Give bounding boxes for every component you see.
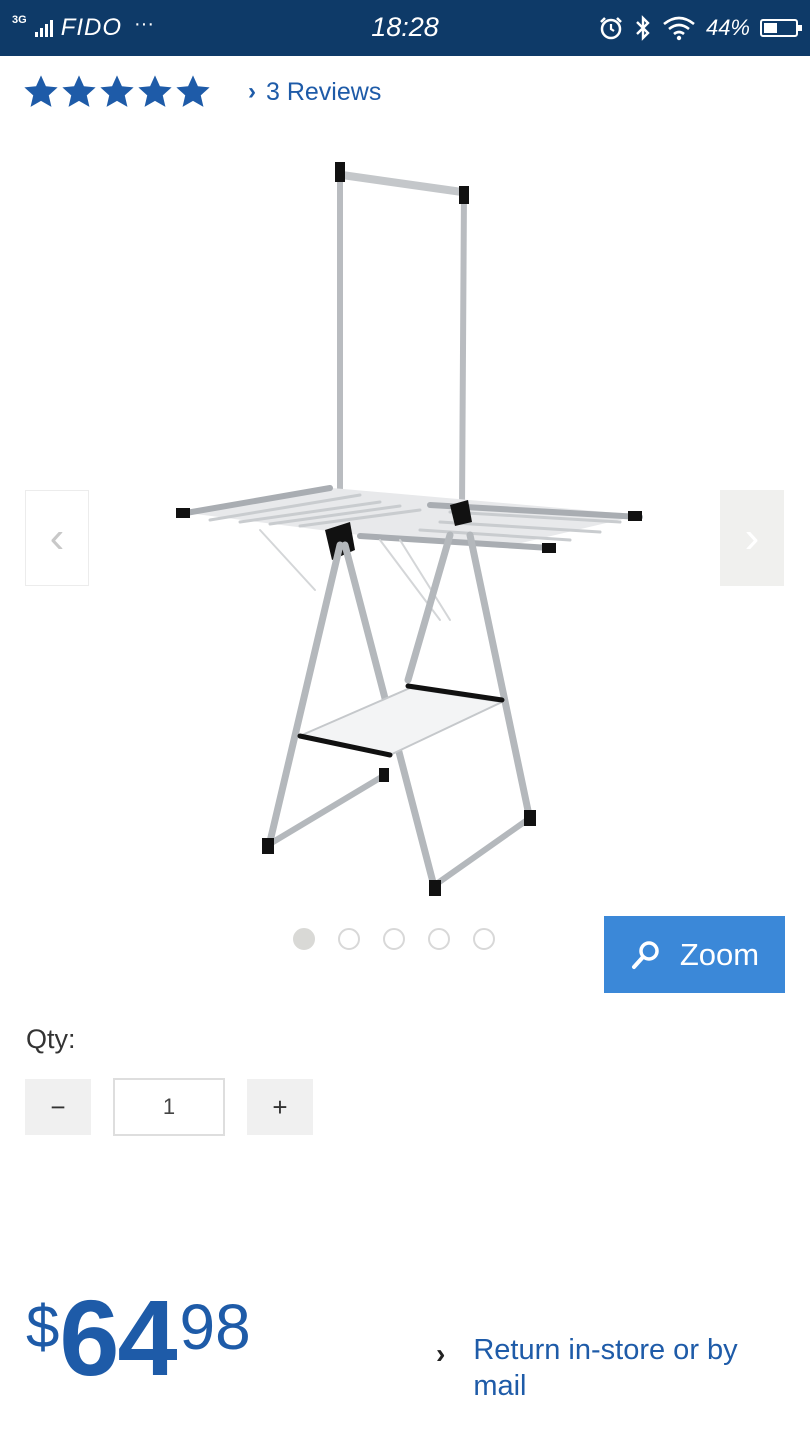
gallery-pagination (293, 928, 495, 950)
star-icon (24, 75, 58, 107)
pagination-dot[interactable] (428, 928, 450, 950)
status-bar: 3G FIDO ··· 18:28 44% (0, 0, 810, 56)
chevron-right-icon: › (436, 1338, 446, 1369)
chevron-left-icon: ‹ (49, 513, 65, 562)
wifi-icon (663, 16, 695, 41)
qty-input[interactable] (113, 1078, 225, 1136)
pagination-dot[interactable] (293, 928, 315, 950)
pagination-dot[interactable] (473, 928, 495, 950)
chevron-right-icon: › (744, 513, 760, 562)
star-icon (100, 75, 134, 107)
return-policy-link[interactable]: › Return in-store or by mail (436, 1332, 783, 1404)
price: $ 64 98 (26, 1282, 251, 1392)
status-bar-right: 44% (598, 12, 802, 44)
pagination-dot[interactable] (338, 928, 360, 950)
battery-percent: 44% (705, 15, 750, 40)
star-icon (176, 75, 210, 107)
star-rating (22, 73, 212, 111)
bluetooth-icon (636, 15, 650, 41)
increase-qty-button[interactable]: + (247, 1079, 313, 1135)
return-policy-label: Return in-store or by mail (473, 1334, 738, 1402)
reviews-label: 3 Reviews (266, 77, 382, 106)
price-dollars: 64 (59, 1277, 177, 1398)
next-image-button[interactable]: › (720, 490, 784, 586)
alarm-icon (600, 17, 622, 40)
star-icon (138, 75, 172, 107)
price-cents: 98 (179, 1291, 251, 1363)
reviews-link[interactable]: › 3 Reviews (248, 78, 381, 107)
quantity-stepper: − + (25, 1078, 313, 1136)
chevron-right-icon: › (248, 78, 256, 105)
decrease-qty-button[interactable]: − (25, 1079, 91, 1135)
rating-row: › 3 Reviews (22, 70, 381, 114)
zoom-button[interactable]: Zoom (604, 916, 785, 993)
price-currency: $ (26, 1293, 60, 1360)
zoom-label: Zoom (679, 936, 760, 972)
product-image (176, 162, 643, 896)
qty-label: Qty: (26, 1024, 76, 1054)
pagination-dot[interactable] (383, 928, 405, 950)
magnifier-icon (631, 940, 659, 969)
previous-image-button[interactable]: ‹ (25, 490, 89, 586)
star-icon (62, 75, 96, 107)
battery-icon (760, 19, 802, 37)
